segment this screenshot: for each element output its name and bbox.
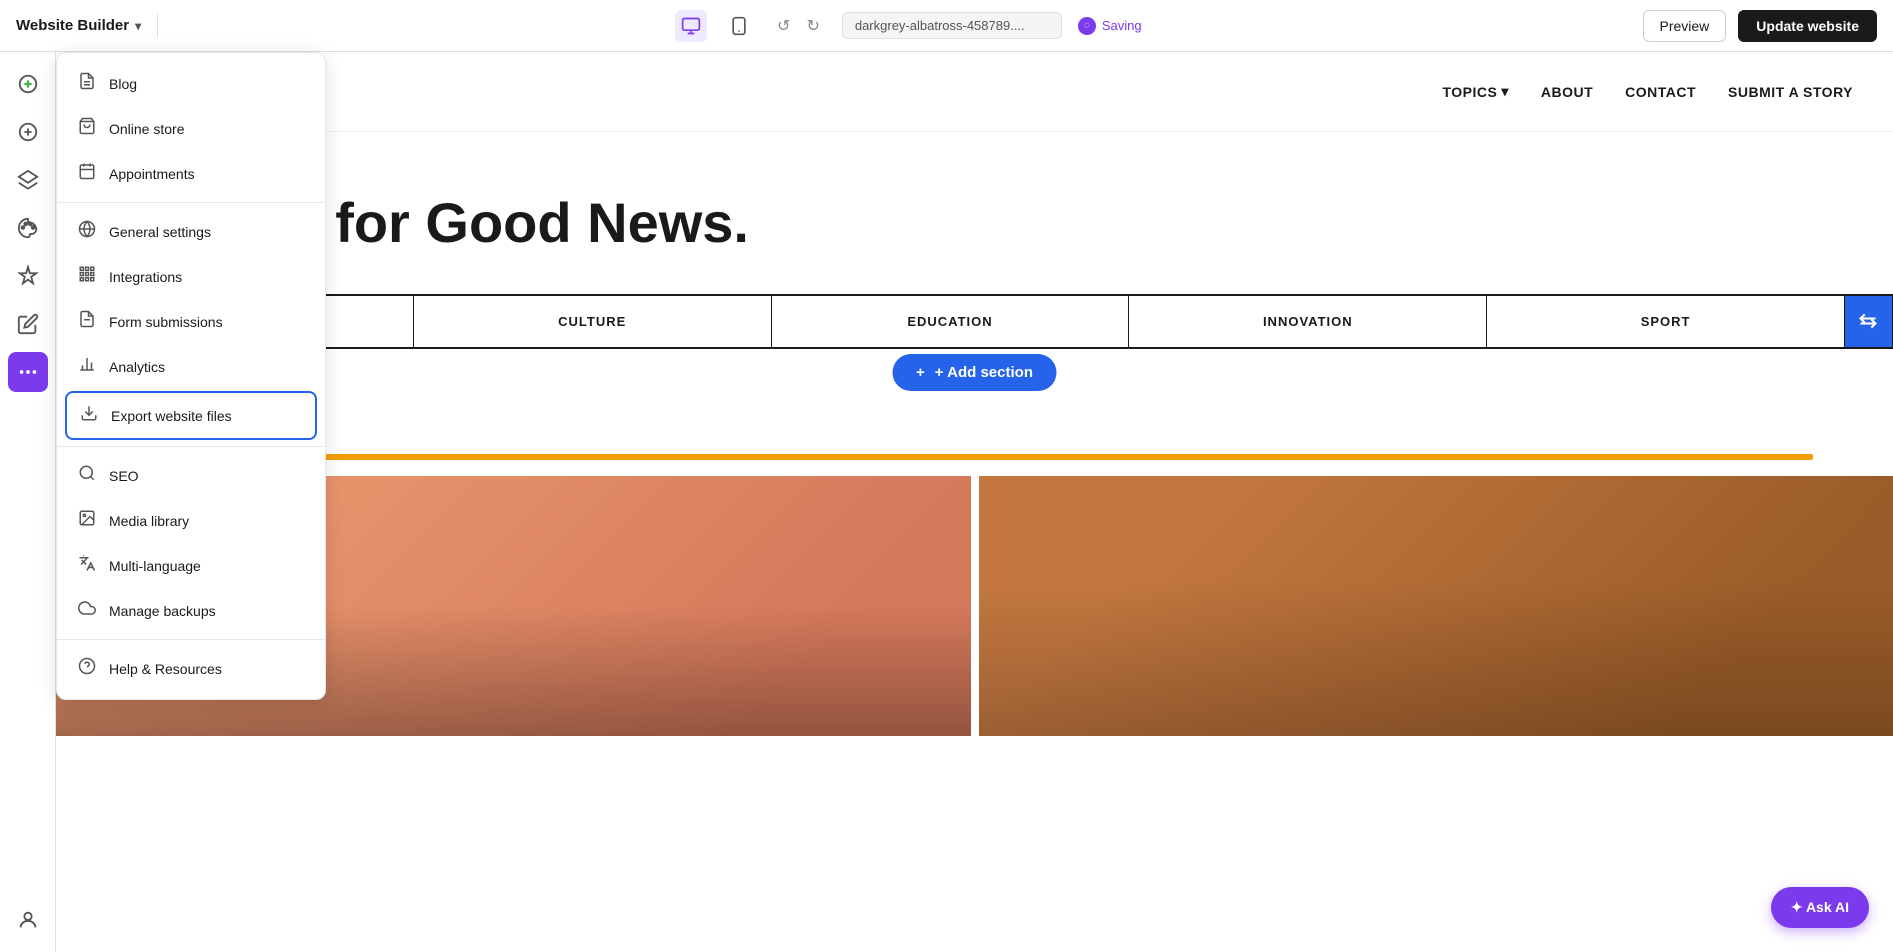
top-bar-center: ↺ ↻ darkgrey-albatross-458789.... ◌ Savi…: [174, 10, 1642, 42]
redo-btn[interactable]: ↻: [800, 12, 825, 40]
orange-accent-bar: [136, 454, 1813, 460]
help-icon: [77, 657, 97, 680]
mobile-device-btn[interactable]: [723, 10, 755, 42]
top-bar-right: Preview Update website: [1643, 10, 1878, 42]
menu-item-help-resources[interactable]: Help & Resources: [57, 646, 325, 691]
left-sidebar: [0, 52, 56, 952]
media-library-label: Media library: [109, 513, 189, 529]
builder-title[interactable]: Website Builder ▾: [16, 17, 141, 34]
nav-submit[interactable]: SUBMIT A STORY: [1728, 84, 1853, 100]
menu-item-integrations[interactable]: Integrations: [57, 254, 325, 299]
export-icon: [79, 404, 99, 427]
integrations-label: Integrations: [109, 269, 182, 285]
manage-backups-label: Manage backups: [109, 603, 216, 619]
menu-item-form-submissions[interactable]: Form submissions: [57, 299, 325, 344]
store-icon: [77, 117, 97, 140]
export-label: Export website files: [111, 408, 232, 424]
appointments-label: Appointments: [109, 166, 195, 182]
ask-ai-btn[interactable]: ✦ Ask AI: [1771, 887, 1869, 928]
blog-icon: [77, 72, 97, 95]
add-section-plus-icon: +: [916, 364, 925, 381]
topics-chevron-icon: ▾: [1501, 83, 1509, 100]
desktop-device-btn[interactable]: [675, 10, 707, 42]
general-settings-label: General settings: [109, 224, 211, 240]
builder-chevron-icon[interactable]: ▾: [135, 19, 141, 33]
tab-sport[interactable]: SPORT: [1487, 296, 1844, 347]
menu-item-analytics[interactable]: Analytics: [57, 344, 325, 389]
tab-culture[interactable]: CULTURE: [414, 296, 772, 347]
saving-dot-icon: ◌: [1078, 17, 1096, 35]
menu-divider-3: [57, 639, 325, 640]
menu-divider-2: [57, 446, 325, 447]
globe-icon: [77, 220, 97, 243]
update-website-btn[interactable]: Update website: [1738, 10, 1877, 42]
add-section-label: + Add section: [935, 364, 1033, 381]
sidebar-edit-icon[interactable]: [8, 304, 48, 344]
backup-icon: [77, 599, 97, 622]
tab-innovation[interactable]: INNOVATION: [1129, 296, 1487, 347]
url-bar[interactable]: darkgrey-albatross-458789....: [842, 12, 1062, 39]
undo-redo-group: ↺ ↻: [771, 12, 826, 40]
nav-contact[interactable]: CONTACT: [1625, 84, 1696, 100]
menu-item-online-store[interactable]: Online store: [57, 106, 325, 151]
menu-item-manage-backups[interactable]: Manage backups: [57, 588, 325, 633]
nav-about[interactable]: ABOUT: [1541, 84, 1593, 100]
tab-sort-btn[interactable]: [1844, 296, 1892, 347]
tab-bar-wrapper: COMMUNITY CULTURE EDUCATION INNOVATION S…: [56, 294, 1893, 349]
menu-item-general-settings[interactable]: General settings: [57, 209, 325, 254]
nav-topics[interactable]: TOPICS ▾: [1442, 83, 1508, 100]
seo-icon: [77, 464, 97, 487]
menu-item-export-website-files[interactable]: Export website files: [65, 391, 317, 440]
undo-btn[interactable]: ↺: [771, 12, 796, 40]
builder-label: Website Builder: [16, 17, 129, 34]
sidebar-paint-icon[interactable]: [8, 208, 48, 248]
language-icon: [77, 554, 97, 577]
sidebar-home-icon[interactable]: [8, 64, 48, 104]
integrations-icon: [77, 265, 97, 288]
calendar-icon: [77, 162, 97, 185]
menu-divider-1: [57, 202, 325, 203]
saving-indicator: ◌ Saving: [1078, 17, 1142, 35]
menu-item-blog[interactable]: Blog: [57, 61, 325, 106]
sidebar-more-icon[interactable]: [8, 352, 48, 392]
tab-education[interactable]: EDUCATION: [772, 296, 1130, 347]
sidebar-layers-icon[interactable]: [8, 160, 48, 200]
sidebar-bottom: [8, 900, 48, 940]
dropdown-menu: Blog Online store Appointments General s…: [56, 52, 326, 700]
preview-nav: TOPICS ▾ ABOUT CONTACT SUBMIT A STORY: [56, 52, 1893, 132]
help-resources-label: Help & Resources: [109, 661, 222, 677]
website-preview: TOPICS ▾ ABOUT CONTACT SUBMIT A STORY so…: [56, 52, 1893, 952]
menu-item-seo[interactable]: SEO: [57, 453, 325, 498]
media-icon: [77, 509, 97, 532]
hero-title: source for Good News.: [136, 192, 1813, 254]
preview-btn[interactable]: Preview: [1643, 10, 1727, 42]
seo-label: SEO: [109, 468, 139, 484]
blog-label: Blog: [109, 76, 137, 92]
saving-label: Saving: [1102, 18, 1142, 33]
menu-item-appointments[interactable]: Appointments: [57, 151, 325, 196]
sidebar-add-icon[interactable]: [8, 112, 48, 152]
top-bar-divider: [157, 14, 158, 38]
hero-section: source for Good News.: [56, 132, 1893, 294]
image-grid: [56, 476, 1893, 756]
form-icon: [77, 310, 97, 333]
menu-item-multi-language[interactable]: Multi-language: [57, 543, 325, 588]
main-content: TOPICS ▾ ABOUT CONTACT SUBMIT A STORY so…: [56, 52, 1893, 952]
add-section-btn[interactable]: + + Add section: [892, 354, 1057, 391]
top-bar: Website Builder ▾ ↺ ↻ darkgrey-albatross…: [0, 0, 1893, 52]
online-store-label: Online store: [109, 121, 184, 137]
image-right: [979, 476, 1893, 736]
nav-links: TOPICS ▾ ABOUT CONTACT SUBMIT A STORY: [1442, 83, 1853, 100]
tab-bar: COMMUNITY CULTURE EDUCATION INNOVATION S…: [56, 294, 1893, 349]
form-submissions-label: Form submissions: [109, 314, 223, 330]
sidebar-ai-icon[interactable]: [8, 256, 48, 296]
analytics-label: Analytics: [109, 359, 165, 375]
sidebar-user-icon[interactable]: [8, 900, 48, 940]
menu-item-media-library[interactable]: Media library: [57, 498, 325, 543]
analytics-icon: [77, 355, 97, 378]
multi-language-label: Multi-language: [109, 558, 201, 574]
